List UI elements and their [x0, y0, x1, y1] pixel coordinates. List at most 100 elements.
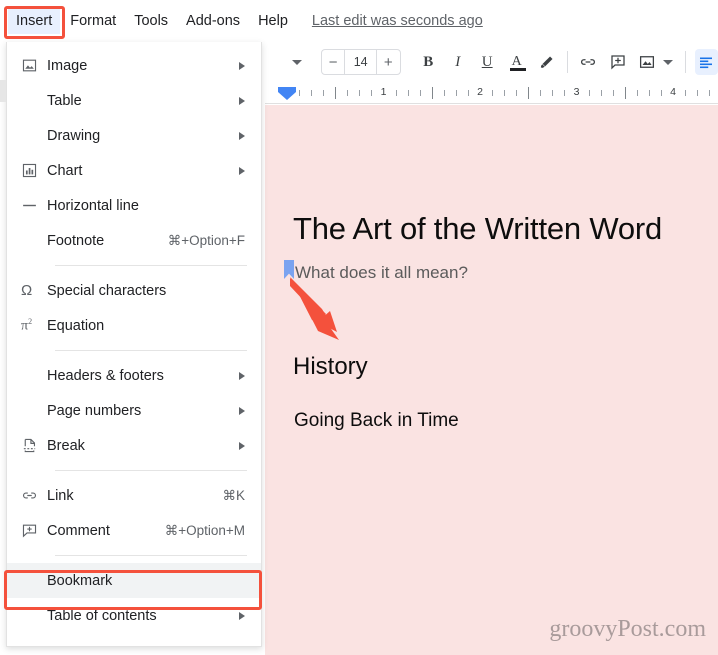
link-icon: [21, 487, 47, 504]
menu-bar: Insert Format Tools Add-ons Help Last ed…: [0, 0, 718, 42]
ruler-tick: [371, 90, 373, 96]
insert-image-icon: [640, 56, 655, 68]
document-subtitle-text: What does it all mean?: [295, 263, 468, 282]
menu-add-ons[interactable]: Add-ons: [178, 8, 248, 34]
menu-item-chart[interactable]: Chart: [7, 153, 261, 188]
text-color-button[interactable]: A: [505, 49, 528, 75]
ruler-tick: [685, 90, 687, 96]
submenu-arrow-icon: [239, 406, 245, 415]
insert-link-button[interactable]: [577, 49, 600, 75]
chevron-down-icon: [663, 59, 674, 65]
ruler-tick: [564, 90, 566, 96]
add-comment-button[interactable]: [606, 49, 629, 75]
indent-triangle-icon: [278, 92, 296, 100]
ruler-tick: [612, 90, 614, 96]
menu-item-label: Equation: [47, 317, 105, 334]
menu-help[interactable]: Help: [250, 8, 296, 34]
menu-item-bookmark[interactable]: Bookmark: [7, 563, 261, 598]
ruler-tick: [359, 90, 361, 96]
chart-icon: [21, 162, 47, 179]
menu-item-drawing[interactable]: Drawing: [7, 118, 261, 153]
font-dropdown-caret[interactable]: [287, 51, 307, 73]
insert-image-button[interactable]: [636, 49, 659, 75]
menu-item-label: Bookmark: [47, 572, 113, 589]
menu-item-label: Image: [47, 57, 88, 74]
menu-item-table[interactable]: Table: [7, 83, 261, 118]
menu-item-label: Drawing: [47, 127, 101, 144]
menu-item-label: Special characters: [47, 282, 167, 299]
align-left-button[interactable]: [694, 49, 718, 75]
menu-insert[interactable]: Insert: [8, 8, 61, 34]
link-icon: [23, 492, 36, 499]
ruler-tick: [552, 90, 554, 96]
ruler-tick: [395, 90, 397, 96]
font-size-increase-button[interactable]: +: [377, 50, 400, 74]
image-options-caret[interactable]: [661, 51, 675, 73]
menu-item-equation[interactable]: π2 Equation: [7, 308, 261, 343]
highlight-color-button[interactable]: [534, 49, 557, 75]
submenu-arrow-icon: [239, 166, 245, 175]
menu-item-headers-footers[interactable]: Headers & footers: [7, 358, 261, 393]
menu-item-special-characters[interactable]: Ω Special characters: [7, 273, 261, 308]
menu-format[interactable]: Format: [62, 8, 124, 34]
ruler-tick: [467, 90, 469, 96]
ruler-tick: [516, 90, 518, 96]
omega-icon: Ω: [21, 283, 47, 298]
menu-item-label: Page numbers: [47, 402, 142, 419]
comment-icon: [22, 524, 37, 538]
menu-item-label: Headers & footers: [47, 367, 164, 384]
watermark: groovyPost.com: [549, 616, 706, 642]
underline-button[interactable]: U: [475, 49, 498, 75]
ruler-tick: [431, 87, 433, 99]
menu-item-table-of-contents[interactable]: Table of contents: [7, 598, 261, 633]
menu-item-break[interactable]: Break: [7, 428, 261, 463]
ruler-tick: [323, 90, 325, 96]
ruler-tick: [311, 90, 313, 96]
ruler-tick: [660, 90, 662, 96]
horizontal-ruler[interactable]: 1 2 3 4: [265, 84, 718, 104]
last-edit-status[interactable]: Last edit was seconds ago: [312, 13, 483, 29]
menu-separator: [55, 350, 247, 351]
image-icon: [21, 57, 47, 74]
ruler-tick: [636, 90, 638, 96]
menu-separator: [55, 470, 247, 471]
submenu-arrow-icon: [239, 441, 245, 450]
ruler-tick: [504, 90, 506, 96]
omega-icon: Ω: [21, 282, 33, 299]
ruler-number: 3: [573, 86, 580, 98]
equation-icon: π2: [21, 316, 33, 334]
menu-item-label: Table: [47, 92, 82, 109]
break-icon: [21, 437, 47, 454]
menu-item-label: Break: [47, 437, 85, 454]
submenu-arrow-icon: [239, 131, 245, 140]
formatting-toolbar: − 14 + B I U A: [265, 42, 718, 82]
divider: [566, 51, 568, 73]
italic-button[interactable]: I: [446, 49, 469, 75]
menu-item-link[interactable]: Link ⌘K: [7, 478, 261, 513]
insert-dropdown-menu: Image Table Drawing Chart Horizontal line F…: [6, 42, 262, 647]
menu-item-horizontal-line[interactable]: Horizontal line: [7, 188, 261, 223]
chevron-down-icon: [291, 59, 302, 65]
document-canvas[interactable]: The Art of the Written Word What does it…: [265, 105, 718, 655]
menu-separator: [55, 555, 247, 556]
link-icon: [581, 59, 596, 65]
menu-tools[interactable]: Tools: [126, 8, 176, 34]
ruler-tick: [419, 90, 421, 96]
font-size-input[interactable]: 14: [345, 50, 376, 74]
submenu-arrow-icon: [239, 96, 245, 105]
document-heading-text: History: [293, 353, 368, 380]
menu-item-footnote[interactable]: Footnote ⌘+Option+F: [7, 223, 261, 258]
bold-button[interactable]: B: [417, 49, 440, 75]
font-size-decrease-button[interactable]: −: [322, 50, 345, 74]
ruler-tick: [648, 90, 650, 96]
bookmark-marker-icon[interactable]: [284, 260, 294, 279]
ruler-tick: [492, 90, 494, 96]
menu-item-comment[interactable]: Comment ⌘+Option+M: [7, 513, 261, 548]
ruler-tick: [709, 90, 711, 96]
menu-item-image[interactable]: Image: [7, 48, 261, 83]
menu-item-page-numbers[interactable]: Page numbers: [7, 393, 261, 428]
horizontal-line-icon: [21, 197, 47, 214]
image-icon: [22, 59, 37, 72]
document-title-text: The Art of the Written Word: [293, 211, 663, 246]
menu-separator: [55, 265, 247, 266]
